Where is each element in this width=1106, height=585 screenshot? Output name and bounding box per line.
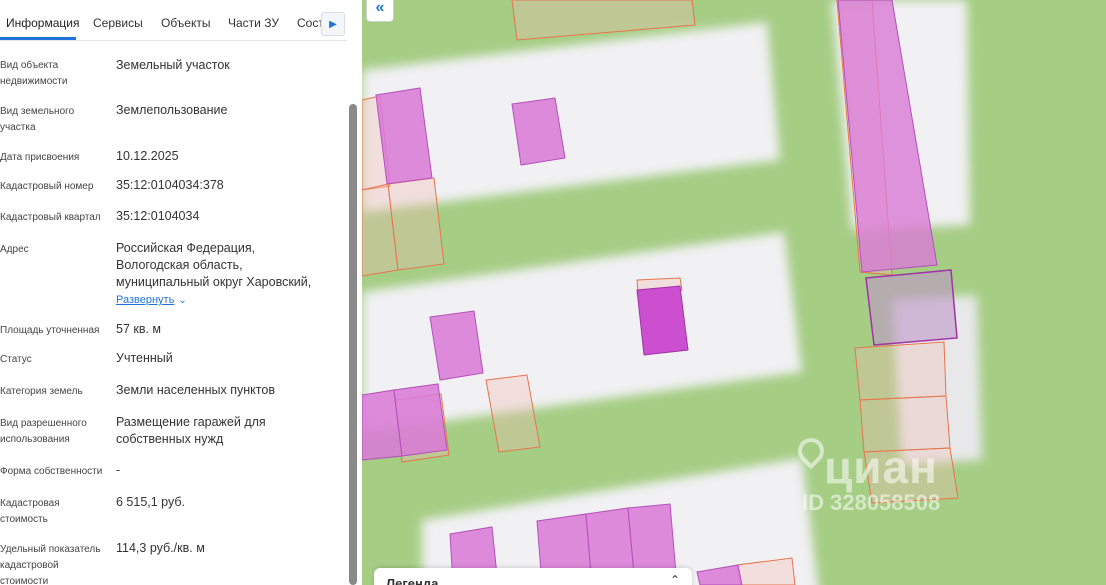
label-land-type: Вид земельного участка (0, 106, 75, 133)
label-specific-value: Удельный показатель кадастровой стоимост… (0, 544, 101, 585)
chevron-down-icon: ⌄ (178, 295, 187, 306)
value-land-type: Землепользование (116, 103, 228, 117)
expand-address-link[interactable]: Развернуть ⌄ (116, 294, 187, 306)
value-area: 57 кв. м (116, 322, 162, 336)
label-address: Адрес (0, 244, 29, 255)
expand-address-label: Развернуть (116, 294, 175, 306)
building (429, 310, 484, 381)
value-permitted-use: Размещение гаражей для собственных нужд (116, 415, 266, 446)
label-cadastral-number: Кадастровый номер (0, 181, 94, 192)
panel-scrollbar[interactable] (349, 104, 357, 585)
value-specific-value: 114,3 руб./кв. м (116, 541, 205, 555)
parcel (863, 447, 959, 504)
label-land-category: Категория земель (0, 386, 83, 397)
label-cadastral-quarter: Кадастровый квартал (0, 212, 101, 223)
parcel (387, 177, 445, 271)
info-panel: Информация Сервисы Объекты Части ЗУ Сост… (0, 0, 362, 585)
building (511, 97, 566, 166)
tab-state[interactable]: Сост (297, 16, 324, 30)
label-permitted-use: Вид разрешенного использования (0, 418, 87, 445)
parcel (854, 341, 947, 401)
selected-parcel[interactable] (636, 285, 689, 356)
caret-right-icon: ▶ (329, 18, 337, 30)
value-cadastral-number: 35:12:0104034:378 (116, 178, 224, 192)
value-land-category: Земли населенных пунктов (116, 383, 275, 397)
active-tab-indicator (0, 37, 76, 40)
parcel (859, 395, 951, 453)
highlighted-parcel[interactable] (865, 269, 958, 346)
cadastral-map[interactable]: циан ID 328058508 « Легенда ⌃ (362, 0, 1106, 585)
label-cadastral-value: Кадастровая стоимость (0, 498, 60, 525)
tab-objects[interactable]: Объекты (161, 16, 211, 30)
collapse-panel-button[interactable]: « (366, 0, 394, 22)
value-assign-date: 10.12.2025 (116, 149, 179, 163)
label-area: Площадь уточненная (0, 325, 100, 336)
tab-bar: Информация Сервисы Объекты Части ЗУ Сост… (0, 0, 347, 41)
legend-title: Легенда (386, 576, 439, 585)
tab-services[interactable]: Сервисы (93, 16, 143, 30)
label-status: Статус (0, 354, 32, 365)
label-ownership: Форма собственности (0, 466, 103, 477)
tabs-scroll-right-button[interactable]: ▶ (321, 12, 345, 36)
building (393, 383, 448, 457)
chevron-up-icon[interactable]: ⌃ (670, 573, 680, 585)
legend-panel[interactable]: Легенда ⌃ (374, 568, 692, 585)
map-canvas[interactable] (362, 0, 1106, 585)
value-status: Учтенный (116, 351, 173, 365)
value-ownership: - (116, 463, 121, 477)
value-cadastral-quarter: 35:12:0104034 (116, 209, 200, 223)
label-object-type: Вид объекта недвижимости (0, 60, 68, 87)
tab-parts[interactable]: Части ЗУ (228, 16, 279, 30)
value-cadastral-value: 6 515,1 руб. (116, 495, 186, 509)
tab-info[interactable]: Информация (6, 16, 79, 30)
value-object-type: Земельный участок (116, 58, 230, 72)
value-address: Российская Федерация, Вологодская област… (116, 241, 312, 289)
double-chevron-left-icon: « (375, 0, 385, 16)
label-assign-date: Дата присвоения (0, 152, 80, 163)
